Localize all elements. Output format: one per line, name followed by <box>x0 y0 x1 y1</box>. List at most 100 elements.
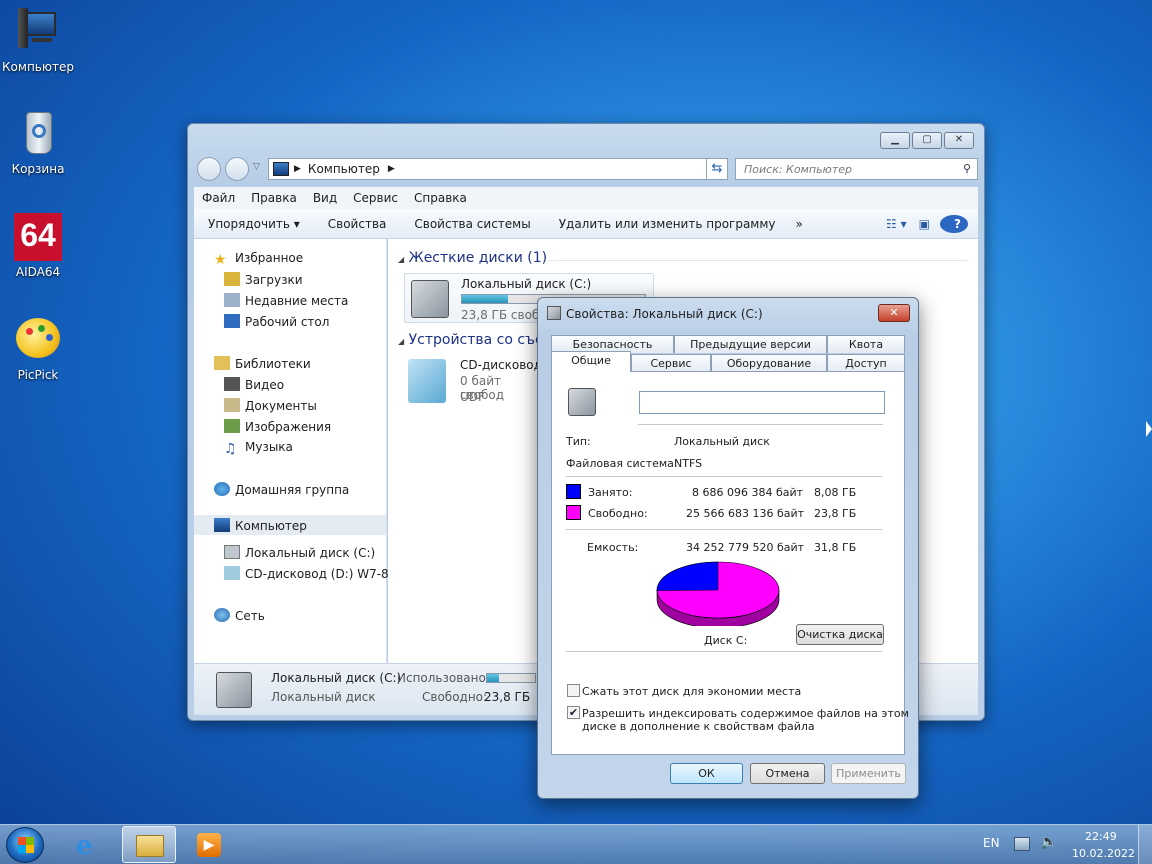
type-label: Тип: <box>566 435 591 448</box>
tab-sharing[interactable]: Доступ <box>827 354 905 372</box>
drive-title-icon <box>547 306 561 320</box>
group-header-hdd[interactable]: ◢ Жесткие диски (1) <box>398 250 547 266</box>
nav-pictures[interactable]: Изображения <box>224 419 331 434</box>
menu-help[interactable]: Справка <box>406 187 475 209</box>
preview-pane-icon[interactable]: ▣ <box>913 217 936 231</box>
start-button[interactable] <box>6 827 44 863</box>
fs-label: Файловая система: <box>566 457 678 470</box>
search-input[interactable]: Поиск: Компьютер ⚲ <box>735 158 978 180</box>
history-dropdown[interactable]: ▽ <box>253 162 260 172</box>
tab-tools[interactable]: Сервис <box>631 354 711 372</box>
type-value: Локальный диск <box>674 435 770 448</box>
nav-desktop[interactable]: Рабочий стол <box>224 314 329 329</box>
nav-local-disk[interactable]: Локальный диск (C:) <box>224 545 375 560</box>
back-button[interactable] <box>197 157 221 181</box>
nav-music[interactable]: ♫ Музыка <box>224 440 293 456</box>
hard-drive-icon <box>411 280 449 318</box>
properties-dialog[interactable]: Свойства: Локальный диск (C:) ✕ Безопасн… <box>537 297 919 799</box>
dialog-close-button[interactable]: ✕ <box>878 304 910 322</box>
picpick-icon <box>14 316 62 364</box>
group-header-removable[interactable]: ◢ Устройства со съе <box>398 332 544 348</box>
nav-videos[interactable]: Видео <box>224 377 284 392</box>
close-button[interactable]: ✕ <box>944 132 974 149</box>
minimize-button[interactable]: ▁ <box>880 132 910 149</box>
star-icon: ★ <box>214 252 227 268</box>
used-bytes: 8 686 096 384 байт <box>692 486 804 499</box>
music-icon: ♫ <box>224 441 237 457</box>
system-properties-button[interactable]: Свойства системы <box>400 217 544 231</box>
tab-general[interactable]: Общие <box>551 351 631 372</box>
videos-icon <box>224 377 240 391</box>
capacity-gb: 31,8 ГБ <box>814 541 857 554</box>
refresh-button[interactable]: ⇆ <box>706 158 728 180</box>
nav-favorites[interactable]: ★ Избранное <box>214 251 303 267</box>
menu-view[interactable]: Вид <box>305 187 345 209</box>
taskbar: e ▶ EN 🔈 22:49 10.02.2022 <box>0 824 1152 864</box>
caption-buttons: ▁ ▢ ✕ <box>880 132 974 149</box>
nav-recent-places[interactable]: Недавние места <box>224 293 348 308</box>
nav-cd-drive[interactable]: CD-дисковод (D:) W7-8in1 <box>224 566 407 581</box>
nav-computer[interactable]: Компьютер <box>214 518 307 533</box>
free-color-swatch <box>566 505 581 520</box>
disk-cleanup-button[interactable]: Очистка диска <box>796 624 884 645</box>
dialog-title: Свойства: Локальный диск (C:) <box>566 307 763 321</box>
nav-libraries[interactable]: Библиотеки <box>214 356 311 371</box>
menu-file[interactable]: Файл <box>194 187 243 209</box>
language-indicator[interactable]: EN <box>983 836 1000 850</box>
tab-hardware[interactable]: Оборудование <box>711 354 827 372</box>
apply-button[interactable]: Применить <box>831 763 906 784</box>
internet-explorer-icon: e <box>76 831 93 861</box>
computer-icon <box>273 162 289 176</box>
nav-documents[interactable]: Документы <box>224 398 317 413</box>
address-bar[interactable]: ▶ Компьютер ▶ ▼ <box>268 158 728 180</box>
desktop-icon-recycle-bin[interactable]: Корзина <box>0 110 76 176</box>
drive-tile-cd[interactable]: CD-дисковод 0 байт свобод UDF <box>404 355 544 415</box>
general-tab-panel: Тип: Локальный диск Файловая система: NT… <box>551 371 909 755</box>
cd-drive-icon <box>224 566 240 580</box>
desktop-icon <box>224 314 240 328</box>
compress-checkbox[interactable] <box>567 684 580 697</box>
fs-value: NTFS <box>674 457 703 470</box>
media-player-taskbar-button[interactable]: ▶ <box>184 828 232 862</box>
breadcrumb[interactable]: Компьютер <box>308 162 380 176</box>
network-tray-icon[interactable] <box>1014 837 1030 851</box>
index-label-line2: диске в дополнение к свойствам файла <box>582 720 815 733</box>
volume-tray-icon[interactable]: 🔈 <box>1040 834 1057 850</box>
desktop-icon-picpick[interactable]: PicPick <box>0 316 76 382</box>
help-icon[interactable]: ? <box>936 214 978 233</box>
command-bar: Упорядочить ▾ Свойства Свойства системы … <box>194 209 978 239</box>
desktop-icon-aida64[interactable]: 64 AIDA64 <box>0 213 76 279</box>
nav-downloads[interactable]: Загрузки <box>224 272 303 287</box>
menu-edit[interactable]: Правка <box>243 187 305 209</box>
tab-quota[interactable]: Квота <box>827 335 905 353</box>
properties-button[interactable]: Свойства <box>314 217 401 231</box>
cancel-button[interactable]: Отмена <box>750 763 825 784</box>
organize-button[interactable]: Упорядочить ▾ <box>194 217 314 231</box>
forward-button[interactable] <box>225 157 249 181</box>
index-checkbox[interactable]: ✔ <box>567 706 580 719</box>
desktop-icon-computer[interactable]: Компьютер <box>0 8 76 74</box>
windows-logo-icon <box>18 837 34 853</box>
clock-time[interactable]: 22:49 <box>1085 830 1117 843</box>
ok-button[interactable]: ОК <box>670 763 743 784</box>
show-desktop-button[interactable] <box>1138 825 1152 864</box>
pie-used-slice <box>656 561 719 591</box>
clock-date[interactable]: 10.02.2022 <box>1072 847 1135 860</box>
nav-homegroup[interactable]: Домашняя группа <box>214 482 349 497</box>
more-commands-button[interactable]: » <box>790 217 809 231</box>
maximize-button[interactable]: ▢ <box>912 132 942 149</box>
computer-icon <box>214 518 230 532</box>
change-view-icon[interactable]: ☷ ▾ <box>880 217 913 231</box>
aida64-icon: 64 <box>14 213 62 261</box>
menu-tools[interactable]: Сервис <box>345 187 406 209</box>
homegroup-icon <box>214 482 230 496</box>
explorer-taskbar-button[interactable] <box>122 826 176 863</box>
details-usage-bar <box>486 673 536 683</box>
ie-taskbar-button[interactable]: e <box>66 828 114 862</box>
uninstall-program-button[interactable]: Удалить или изменить программу <box>545 217 790 231</box>
volume-label-input[interactable] <box>639 391 885 414</box>
tab-previous-versions[interactable]: Предыдущие версии <box>674 335 827 353</box>
nav-network[interactable]: Сеть <box>214 608 265 623</box>
downloads-icon <box>224 272 240 286</box>
capacity-bytes: 34 252 779 520 байт <box>686 541 805 554</box>
